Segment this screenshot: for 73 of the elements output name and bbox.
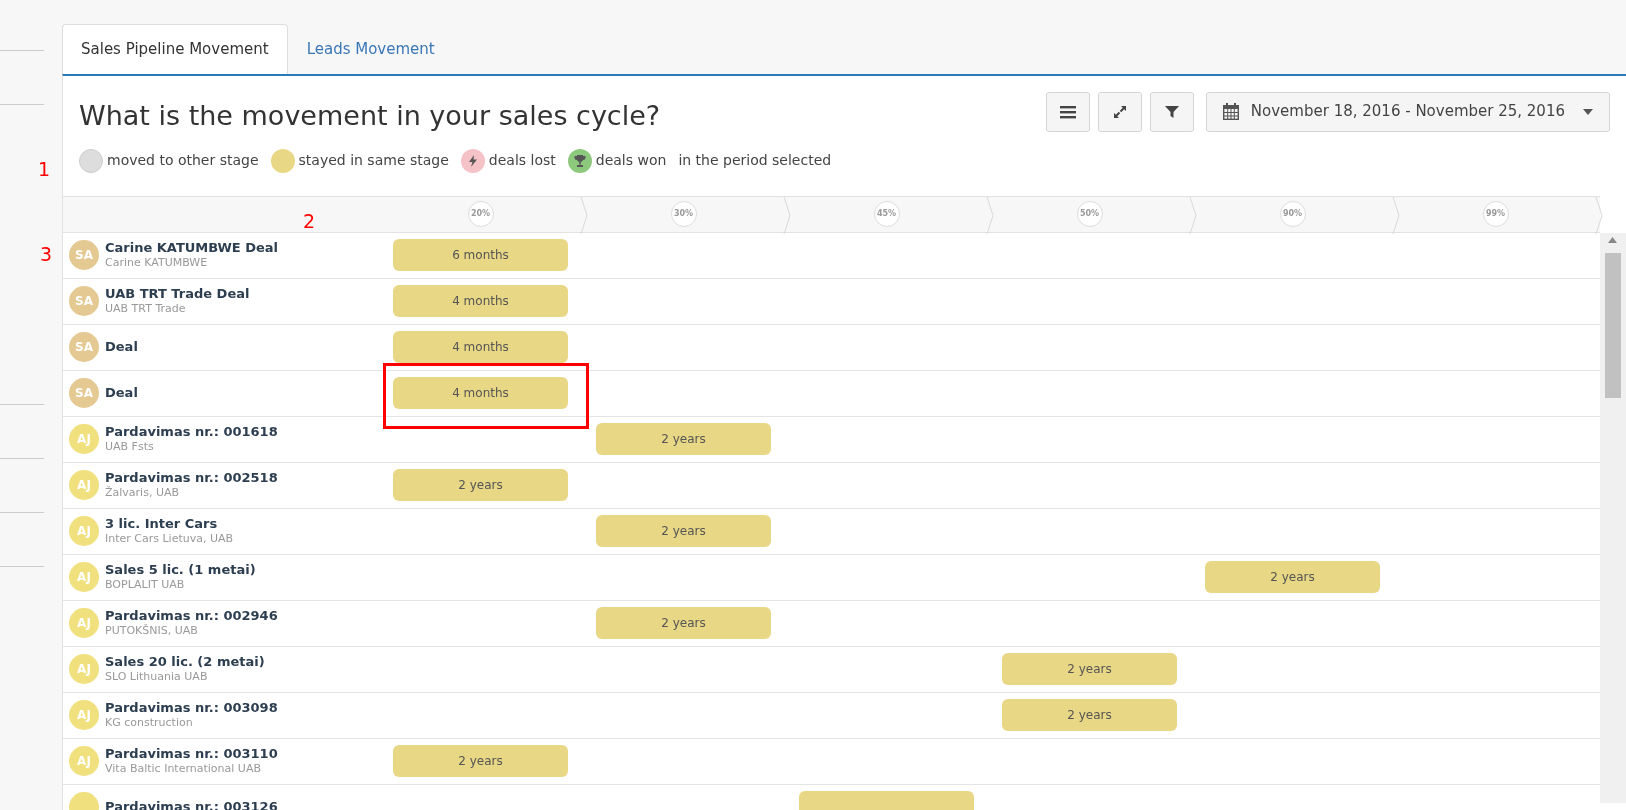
company-name: UAB Fsts [105,440,155,454]
avatar: AJ [69,608,99,639]
annotation-number: 1 [38,157,51,182]
deal-name[interactable]: Sales 20 lic. (2 metai) [105,655,265,671]
duration-bar[interactable]: 2 years [1002,653,1177,686]
company-name: Inter Cars Lietuva, UAB [105,532,234,546]
avatar: AJ [69,746,99,777]
legend-label: moved to other stage [107,151,259,171]
duration-bar[interactable]: 2 years [1205,561,1380,594]
stage-label: 20% [467,201,494,228]
legend-label: deals won [595,151,667,171]
stage-label: 45% [873,201,900,228]
avatar: AJ [69,424,99,455]
date-range-picker[interactable]: November 18, 2016 - November 25, 2016 [1205,91,1610,132]
duration-bar[interactable]: 2 years [596,515,771,548]
stage-label: 90% [1279,201,1306,228]
scrollbar-drawing[interactable] [1600,232,1626,803]
duration-bar[interactable]: 2 years [596,423,771,456]
deal-name[interactable]: Deal [105,385,138,401]
deal-name[interactable]: Pardavimas nr.: 003110 [105,747,278,763]
avatar: SA [69,332,99,363]
avatar: AJ [69,562,99,593]
company-name: Carine KATUMBWE [105,256,209,270]
duration-bar[interactable]: 4 months [393,285,568,318]
menu-icon [1059,104,1076,119]
duration-bar[interactable]: 2 years [393,745,568,778]
avatar: SA [69,378,99,409]
company-name: BOPLALIT UAB [105,578,186,592]
avatar: AJ [69,654,99,685]
deal-name[interactable]: Deal [105,339,138,355]
duration-bar[interactable]: 2 years [596,607,771,640]
deal-name[interactable]: Pardavimas nr.: 002518 [105,471,278,487]
duration-bar[interactable]: 4 months [393,377,568,410]
menu-button[interactable] [1045,91,1090,132]
page-title: What is the movement in your sales cycle? [79,99,661,132]
legend-note: in the period selected [678,151,832,171]
stage-label: 50% [1076,201,1103,228]
legend-label: deals lost [488,151,556,171]
expand-icon [1112,104,1127,119]
annotation-number: 3 [40,242,53,267]
deal-name[interactable]: Pardavimas nr.: 003098 [105,701,278,717]
legend-label: stayed in same stage [298,151,449,171]
filter-icon [1164,104,1179,119]
duration-bar[interactable]: 6 months [393,239,568,272]
company-name: SLO Lithuania UAB [105,670,209,684]
avatar: AJ [69,470,99,501]
avatar: SA [69,286,99,317]
duration-bar[interactable]: 2 years [393,469,568,502]
avatar: SA [69,240,99,271]
avatar: AJ [69,516,99,547]
company-name: Žalvaris, UAB [105,486,180,500]
deal-name[interactable]: Carine KATUMBWE Deal [105,241,279,257]
company-name: Vita Baltic International UAB [105,762,262,776]
tab[interactable]: Sales Pipeline Movement [62,24,288,74]
deal-name[interactable]: Sales 5 lic. (1 metai) [105,563,256,579]
company-name: PUTOKŠNIS, UAB [105,624,199,638]
duration-bar[interactable]: 4 months [393,331,568,364]
deal-name[interactable]: 3 lic. Inter Cars [105,517,234,533]
company-name: KG construction [105,716,194,730]
duration-bar[interactable]: 2 years [1002,699,1177,732]
caret-icon [1583,108,1593,115]
filter-button[interactable] [1149,91,1194,132]
company-name: UAB TRT Trade [105,302,187,316]
calendar-icon [1222,103,1239,120]
deal-name[interactable]: UAB TRT Trade Deal [105,287,250,303]
stage-label: 30% [670,201,697,228]
annotation-number: 2 [303,209,316,234]
deal-name[interactable]: Pardavimas nr.: 002946 [105,609,278,625]
tab[interactable]: Leads Movement [287,24,454,74]
expand-button[interactable] [1097,91,1142,132]
deal-name[interactable]: Pardavimas nr.: 001618 [105,425,278,441]
avatar: AJ [69,700,99,731]
stage-label: 99% [1482,201,1509,228]
